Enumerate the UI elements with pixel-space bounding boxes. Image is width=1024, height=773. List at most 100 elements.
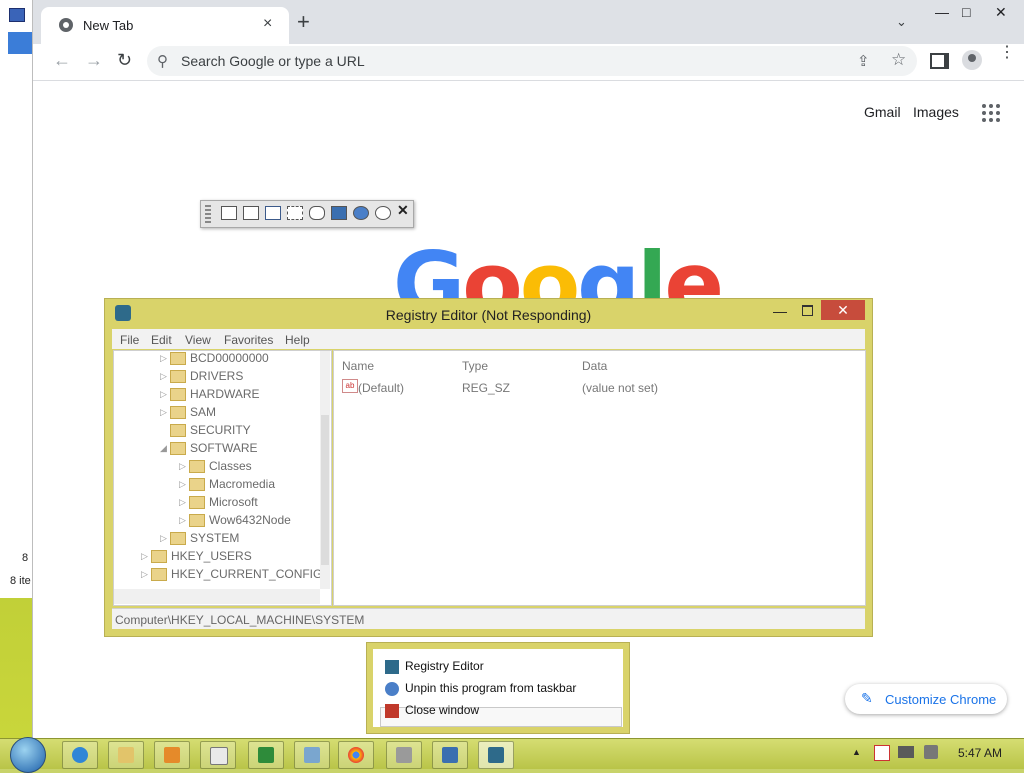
- tree-item[interactable]: ▷ HKEY_USERS: [141, 549, 252, 567]
- chrome-icon: [348, 747, 364, 763]
- tree-item[interactable]: ▷ Microsoft: [179, 495, 258, 513]
- column-header-data[interactable]: Data: [582, 359, 607, 373]
- show-hidden-icons-arrow[interactable]: ▲: [852, 747, 861, 757]
- scissors-icon[interactable]: [309, 206, 325, 220]
- tree-item[interactable]: ▷ Macromedia: [179, 477, 275, 495]
- images-link[interactable]: Images: [913, 104, 959, 120]
- tree-item[interactable]: ▷ SYSTEM: [160, 531, 239, 549]
- expand-arrow-icon[interactable]: ▷: [160, 353, 170, 364]
- monitor-icon[interactable]: [265, 206, 281, 220]
- column-header-type[interactable]: Type: [462, 359, 488, 373]
- tree-item[interactable]: SECURITY: [160, 423, 251, 441]
- omnibox[interactable]: ⚲ Search Google or type a URL ⇪ ☆: [147, 46, 917, 76]
- close-icon[interactable]: ✕: [397, 202, 409, 219]
- close-button[interactable]: ✕: [821, 300, 865, 320]
- tree-item[interactable]: ▷ Wow6432Node: [179, 513, 291, 531]
- tree-item[interactable]: ▷ SAM: [160, 405, 216, 423]
- value-data[interactable]: (value not set): [582, 381, 658, 395]
- expand-arrow-icon[interactable]: ▷: [141, 551, 151, 562]
- tree-item[interactable]: ◢ SOFTWARE: [160, 441, 258, 459]
- customize-chrome-button[interactable]: ✎ Customize Chrome: [845, 684, 1007, 714]
- column-header-name[interactable]: Name: [342, 359, 374, 373]
- drag-grip-handle[interactable]: [205, 205, 211, 223]
- expand-arrow-icon[interactable]: ▷: [179, 479, 189, 490]
- customize-chrome-label: Customize Chrome: [885, 692, 997, 707]
- taskbar-printer-button[interactable]: [386, 741, 422, 769]
- jump-item-unpin[interactable]: Unpin this program from taskbar: [385, 681, 576, 696]
- menu-edit[interactable]: Edit: [151, 333, 172, 347]
- tree-item[interactable]: ▷ BCD00000000: [160, 351, 269, 369]
- reload-button[interactable]: ↻: [117, 50, 132, 71]
- gmail-link[interactable]: Gmail: [864, 104, 901, 120]
- taskbar-ie-button[interactable]: [62, 741, 98, 769]
- internet-explorer-icon: [72, 747, 88, 763]
- side-panel-icon[interactable]: [930, 53, 949, 69]
- taskbar-registry-editor-button[interactable]: [478, 741, 514, 769]
- expand-arrow-icon[interactable]: ▷: [141, 569, 151, 580]
- collapse-arrow-icon[interactable]: ◢: [160, 443, 170, 454]
- action-center-icon[interactable]: [874, 745, 890, 761]
- taskbar-spreadsheet-button[interactable]: [248, 741, 284, 769]
- jump-item-registry-editor[interactable]: Registry Editor: [385, 659, 484, 674]
- key-tree-pane[interactable]: ▷ BCD00000000 ▷ DRIVERS ▷ HARDWARE ▷ SAM SEC…: [113, 350, 332, 606]
- bookmark-star-icon[interactable]: ☆: [891, 50, 906, 70]
- eyedropper-icon[interactable]: [331, 206, 347, 220]
- tab-close-button[interactable]: ×: [263, 15, 272, 33]
- google-apps-icon[interactable]: [982, 104, 1000, 122]
- taskbar-explorer-button[interactable]: [108, 741, 144, 769]
- expand-arrow-icon[interactable]: ▷: [160, 407, 170, 418]
- taskbar-jump-list: Registry Editor Unpin this program from …: [366, 642, 630, 734]
- menu-help[interactable]: Help: [285, 333, 310, 347]
- share-icon[interactable]: ⇪: [857, 52, 870, 70]
- expand-arrow-icon[interactable]: ▷: [179, 497, 189, 508]
- tree-item-label: Wow6432Node: [209, 513, 291, 527]
- taskbar-screen-button[interactable]: [432, 741, 468, 769]
- new-tab-button[interactable]: +: [297, 11, 310, 33]
- taskbar-document-button[interactable]: [200, 741, 236, 769]
- expand-arrow-icon[interactable]: ▷: [160, 371, 170, 382]
- taskbar-media-player-button[interactable]: [154, 741, 190, 769]
- taskbar-clock[interactable]: 5:47 AM: [958, 746, 1002, 760]
- value-type[interactable]: REG_SZ: [462, 381, 510, 395]
- tree-vertical-scrollbar[interactable]: [320, 351, 330, 589]
- expand-arrow-icon[interactable]: ▷: [160, 389, 170, 400]
- jump-item-close-window[interactable]: Close window: [385, 703, 479, 718]
- gear-icon[interactable]: [375, 206, 391, 220]
- close-button[interactable]: ✕: [995, 4, 1007, 21]
- forward-button[interactable]: →: [85, 50, 103, 71]
- tree-horizontal-scrollbar[interactable]: [114, 589, 320, 604]
- back-button[interactable]: ←: [53, 50, 71, 71]
- tab-search-button[interactable]: ⌄: [896, 14, 907, 30]
- tree-item[interactable]: ▷ HARDWARE: [160, 387, 260, 405]
- region-select-icon[interactable]: [287, 206, 303, 220]
- minimize-button[interactable]: —: [935, 4, 949, 20]
- expand-arrow-icon[interactable]: ▷: [179, 461, 189, 472]
- folder-icon: [118, 747, 134, 763]
- network-icon[interactable]: [898, 746, 914, 758]
- expand-arrow-icon[interactable]: ▷: [160, 533, 170, 544]
- tree-item[interactable]: ▷ DRIVERS: [160, 369, 243, 387]
- menu-favorites[interactable]: Favorites: [224, 333, 273, 347]
- maximize-button[interactable]: [802, 305, 813, 316]
- tree-item[interactable]: ▷ HKEY_CURRENT_CONFIG: [141, 567, 322, 585]
- scrollbar-thumb[interactable]: [321, 415, 329, 565]
- tab-new-tab[interactable]: New Tab ×: [41, 7, 289, 44]
- taskbar-chrome-button[interactable]: [338, 741, 374, 769]
- omnibox-placeholder[interactable]: Search Google or type a URL: [181, 53, 365, 69]
- maximize-button[interactable]: □: [962, 4, 970, 20]
- menu-view[interactable]: View: [185, 333, 211, 347]
- value-name[interactable]: (Default): [358, 381, 404, 395]
- window-capture-icon[interactable]: [243, 206, 259, 220]
- explorer-status-count: 8: [22, 552, 29, 564]
- globe-icon[interactable]: [353, 206, 369, 220]
- profile-avatar[interactable]: [962, 50, 982, 70]
- window-icon[interactable]: [221, 206, 237, 220]
- chrome-menu-icon[interactable]: ⋮: [999, 45, 1015, 61]
- menu-file[interactable]: File: [120, 333, 139, 347]
- expand-arrow-icon[interactable]: ▷: [179, 515, 189, 526]
- minimize-button[interactable]: —: [773, 303, 787, 319]
- values-list-pane[interactable]: Name Type Data ab (Default) REG_SZ (valu…: [333, 350, 866, 606]
- taskbar-remote-desktop-button[interactable]: [294, 741, 330, 769]
- tree-item[interactable]: ▷ Classes: [179, 459, 252, 477]
- volume-muted-icon[interactable]: [924, 745, 938, 759]
